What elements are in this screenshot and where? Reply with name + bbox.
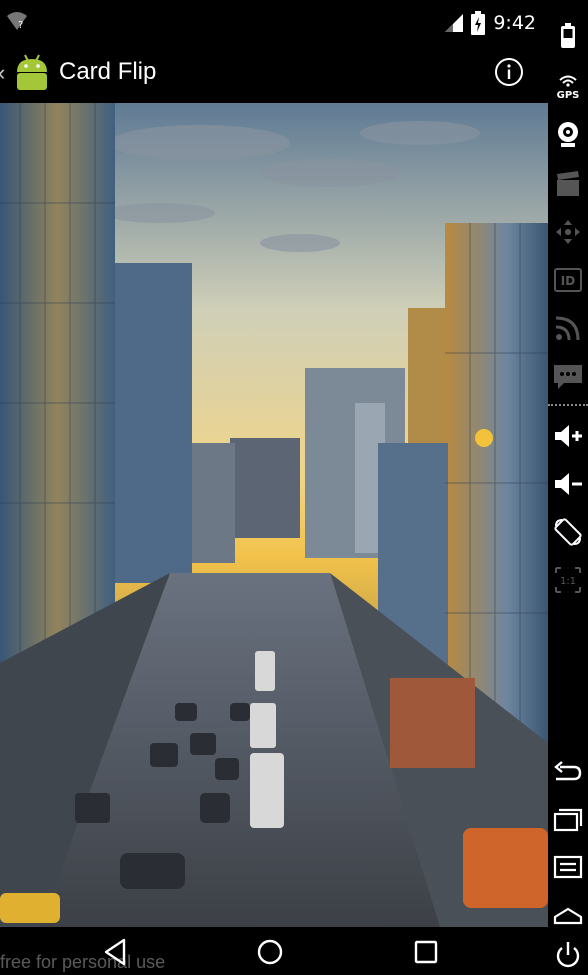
clock: 9:42 [493, 12, 536, 34]
dpad-icon [556, 220, 580, 244]
scale-label: 1:1 [560, 576, 576, 587]
emulator-toolbar: GPS ID 1:1 [548, 0, 588, 975]
volume-down-icon[interactable] [552, 468, 584, 500]
status-bar: ? 9:42 [0, 0, 548, 46]
rotate-icon[interactable] [552, 516, 584, 548]
city-photo [0, 103, 548, 927]
home-icon[interactable] [552, 899, 584, 931]
device-screen: ? 9:42 ‹ Card Flip [0, 0, 548, 975]
toolbar-separator [548, 404, 588, 406]
id-label: ID [561, 274, 575, 288]
page-title: Card Flip [59, 58, 157, 85]
watermark-text: free for personal use [0, 952, 166, 972]
id-icon: ID [554, 268, 582, 292]
back-icon[interactable] [552, 755, 584, 787]
gps-label: GPS [557, 90, 580, 101]
battery-charging-icon [471, 11, 486, 35]
battery-icon[interactable] [552, 20, 584, 52]
video-icon [557, 171, 579, 196]
recents-icon[interactable] [552, 803, 584, 835]
android-app-icon[interactable] [14, 52, 50, 92]
up-arrow-icon[interactable]: ‹ [0, 60, 5, 86]
gps-icon[interactable]: GPS [552, 70, 584, 102]
cell-signal-icon [445, 14, 464, 32]
scale-icon: 1:1 [555, 567, 581, 593]
rss-icon [555, 316, 580, 341]
wifi-badge: ? [18, 20, 23, 31]
sms-icon [554, 365, 582, 389]
power-icon[interactable] [552, 939, 584, 971]
camera-icon[interactable] [552, 119, 584, 151]
action-bar: ‹ Card Flip [0, 46, 548, 103]
volume-up-icon[interactable] [552, 420, 584, 452]
info-icon[interactable] [494, 57, 524, 87]
card-front-image[interactable] [0, 103, 548, 927]
recents-icon[interactable] [411, 937, 441, 967]
menu-icon[interactable] [552, 851, 584, 883]
wifi-question-icon: ? [7, 12, 27, 31]
home-icon[interactable] [255, 937, 285, 967]
